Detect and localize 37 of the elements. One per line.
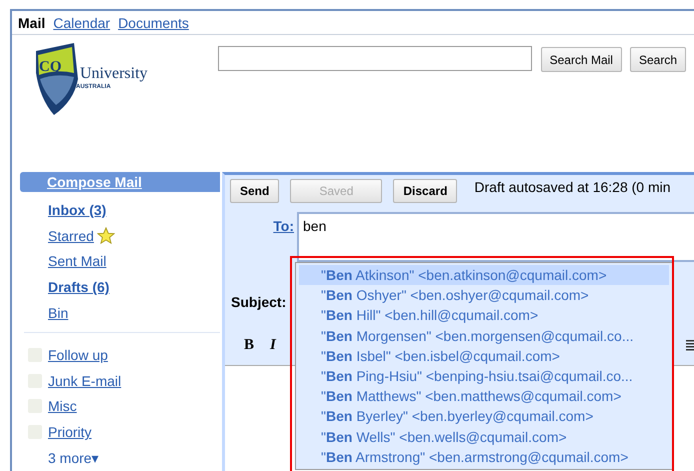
align-icon: [686, 339, 694, 351]
suggestion-item[interactable]: "Ben Oshyer" <ben.oshyer@cqumail.com>: [299, 285, 669, 306]
suggestion-item[interactable]: "Ben Wells" <ben.wells@cqumail.com>: [299, 426, 669, 447]
folder-link[interactable]: Drafts (6): [48, 279, 110, 296]
label-link[interactable]: Follow up: [48, 346, 108, 363]
suggestion-item[interactable]: "Ben Matthews" <ben.matthews@cqumail.com>: [299, 386, 669, 406]
compose-action-button[interactable]: Send: [230, 179, 280, 203]
logo-name: University: [80, 65, 148, 83]
label-link[interactable]: Junk E-mail: [48, 372, 122, 389]
nav-link[interactable]: Mail: [18, 14, 46, 30]
more-link[interactable]: 3 more▾: [48, 450, 99, 466]
folder-link[interactable]: Sent Mail: [48, 253, 106, 270]
format-button[interactable]: B: [244, 336, 254, 354]
suggestion-item[interactable]: "Ben Hill" <ben.hill@cqumail.com>: [299, 305, 669, 326]
search-button[interactable]: Search Mail: [540, 47, 622, 72]
suggestion-item[interactable]: "Ben Byerley" <ben.byerley@cqumail.com>: [299, 406, 669, 426]
to-link[interactable]: To:: [273, 218, 294, 234]
label-link[interactable]: Misc: [48, 398, 77, 414]
folder-link[interactable]: Bin: [48, 305, 68, 322]
search-field[interactable]: [218, 46, 532, 71]
suggestion-item[interactable]: "Ben Ping-Hsiu" <benping-hsiu.tsai@cqumail.co...: [299, 366, 669, 386]
star-icon: [96, 226, 115, 245]
nav-link[interactable]: Documents: [118, 14, 189, 30]
label-link[interactable]: Priority: [48, 424, 92, 440]
format-button[interactable]: I: [270, 336, 276, 354]
folder-link[interactable]: Starred: [48, 228, 94, 244]
suggestion-item[interactable]: "Ben Isbel" <ben.isbel@cqumail.com>: [299, 346, 669, 366]
suggestion-item[interactable]: "Ben Morgensen" <ben.morgensen@cqumail.co...: [299, 326, 669, 346]
autosave-status: Draft autosaved at 16:28 (0 min: [474, 179, 671, 195]
nav-link[interactable]: Calendar: [53, 14, 110, 30]
folder-link[interactable]: Inbox (3): [48, 202, 106, 218]
suggestion-item[interactable]: "Ben Atkinson" <ben.atkinson@cqumail.com>: [299, 265, 669, 286]
search-button[interactable]: Search: [630, 47, 686, 72]
suggestion-item[interactable]: "Ben Armstrong" <ben.armstrong@cqumail.com>: [299, 446, 669, 467]
to-field[interactable]: ben: [297, 212, 694, 262]
subject-label: Subject:: [231, 294, 286, 310]
compose-action-button[interactable]: Discard: [393, 179, 458, 203]
